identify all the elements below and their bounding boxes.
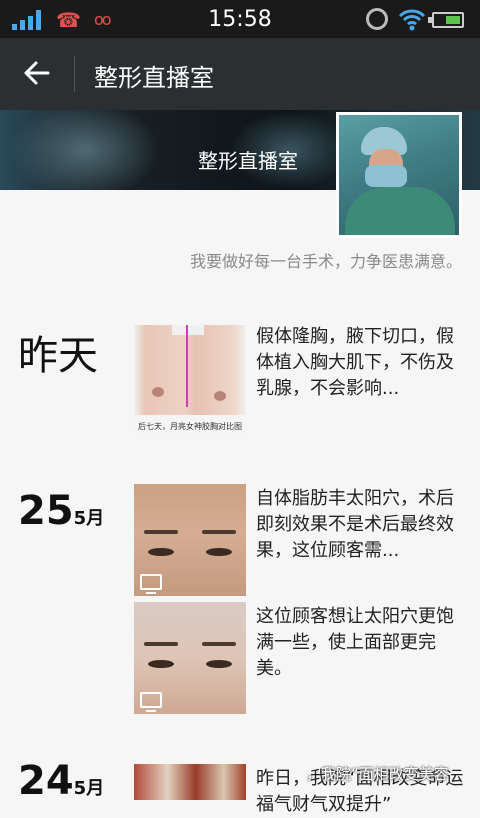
date-day: 25: [18, 488, 74, 534]
date-month: 5月: [73, 778, 105, 799]
status-bar: ☎ oo 15:58: [0, 0, 480, 38]
post-thumbnail[interactable]: [134, 484, 246, 596]
date-month: 5月: [73, 508, 105, 529]
page-title: 整形直播室: [94, 64, 214, 92]
app-bar-divider: [74, 56, 75, 92]
post-thumbnail[interactable]: [134, 764, 246, 800]
profile-name: 整形直播室: [198, 149, 298, 173]
avatar[interactable]: [336, 112, 462, 238]
post-summary[interactable]: 这位顾客想让太阳穴更饱满一些，使上面部更完美。: [256, 604, 466, 682]
thumbnail-caption: 后七天，月亮女神胶胸对比图: [134, 415, 246, 437]
app-bar: 整形直播室: [0, 38, 480, 110]
post-thumbnail[interactable]: [134, 602, 246, 714]
date-label-yesterday: 昨天: [18, 333, 98, 379]
post-summary[interactable]: 自体脂肪丰太阳穴，术后即刻效果不是术后最终效果，这位顾客需...: [256, 486, 466, 564]
video-icon: [140, 692, 162, 712]
date-label: 245月: [18, 758, 104, 804]
battery-icon: [428, 12, 464, 28]
alarm-icon: [366, 8, 388, 30]
profile-signature: 我要做好每一台手术，力争医患满意。: [189, 252, 462, 271]
watermark: ，我院“面相改变美容: [306, 765, 449, 783]
video-icon: [140, 574, 162, 594]
date-day: 24: [18, 758, 74, 804]
wifi-icon: [398, 9, 426, 31]
post-summary[interactable]: 假体隆胸，腋下切口，假体植入胸大肌下，不伤及乳腺，不会影响...: [256, 324, 466, 402]
post-thumbnail[interactable]: 后七天，月亮女神胶胸对比图: [134, 325, 246, 437]
back-arrow-icon[interactable]: [22, 58, 52, 88]
date-label: 255月: [18, 488, 104, 534]
